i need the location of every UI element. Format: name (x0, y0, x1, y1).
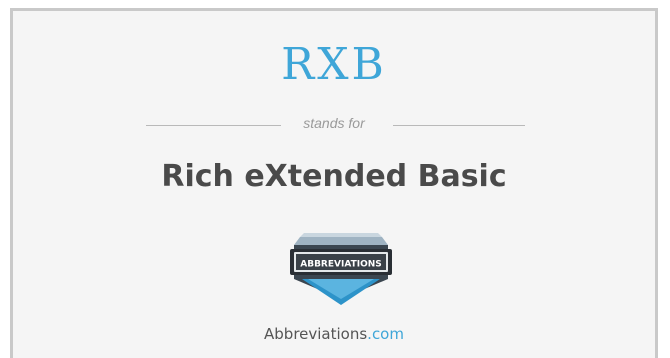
abbreviations-logo-icon: ABBREVIATIONS (290, 233, 392, 305)
divider-line-right (393, 125, 525, 126)
site-tld: .com (367, 325, 404, 343)
site-name[interactable]: Abbreviations.com (13, 325, 655, 343)
acronym-title: RXB (281, 39, 387, 90)
stands-for-divider: stands for (13, 115, 655, 135)
stands-for-label: stands for (303, 115, 365, 131)
logo-wordmark: ABBREVIATIONS (300, 260, 382, 270)
expansion-text: Rich eXtended Basic (161, 159, 507, 194)
definition-card: RXB stands for Rich eXtended Basic ABBRE… (10, 8, 658, 358)
site-name-text: Abbreviations (264, 325, 368, 343)
